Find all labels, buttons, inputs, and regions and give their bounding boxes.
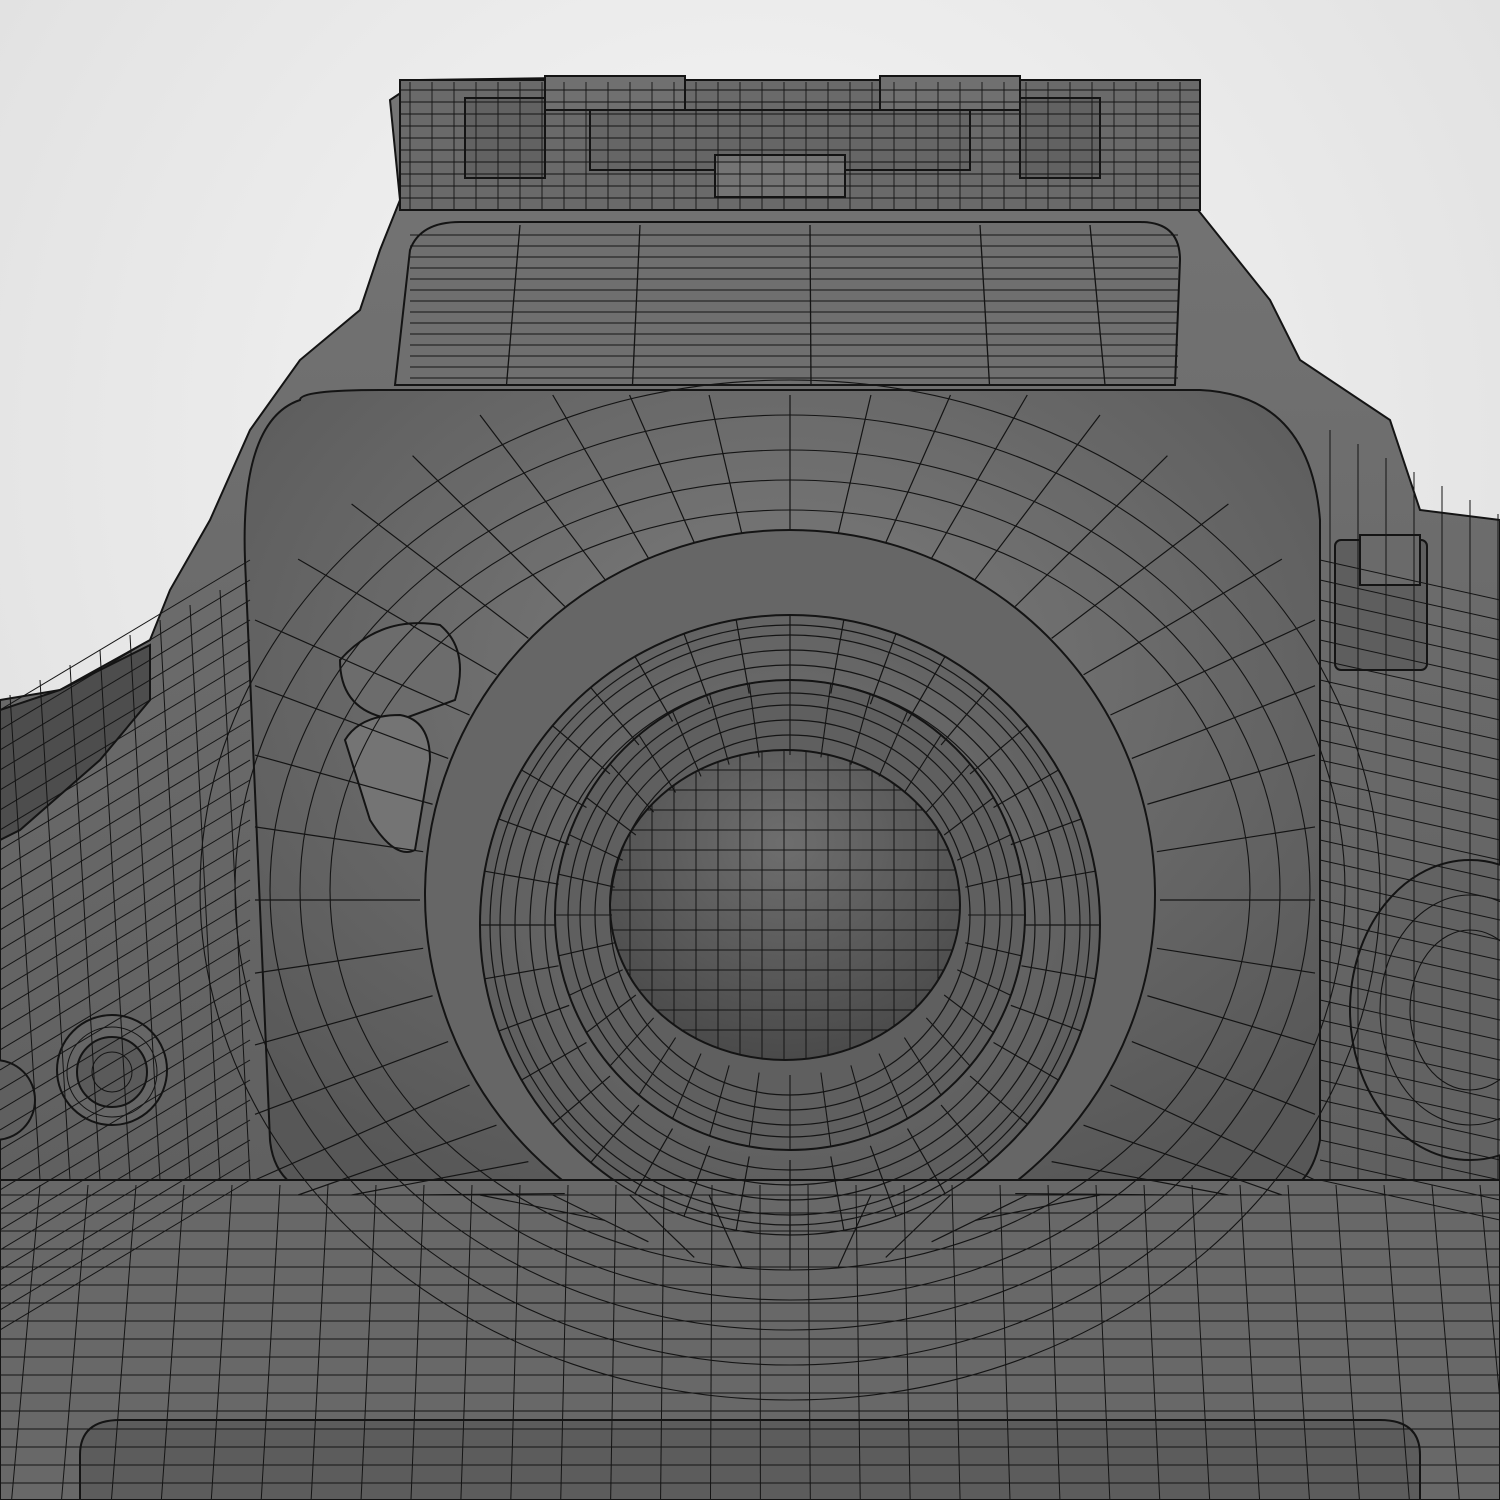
lcd-frame (79, 1419, 1421, 1500)
camera-wireframe-svg (0, 0, 1500, 1500)
wireframe-render (0, 0, 1500, 1500)
side-button-right (1334, 534, 1428, 671)
eyepiece-lens (609, 749, 961, 1061)
